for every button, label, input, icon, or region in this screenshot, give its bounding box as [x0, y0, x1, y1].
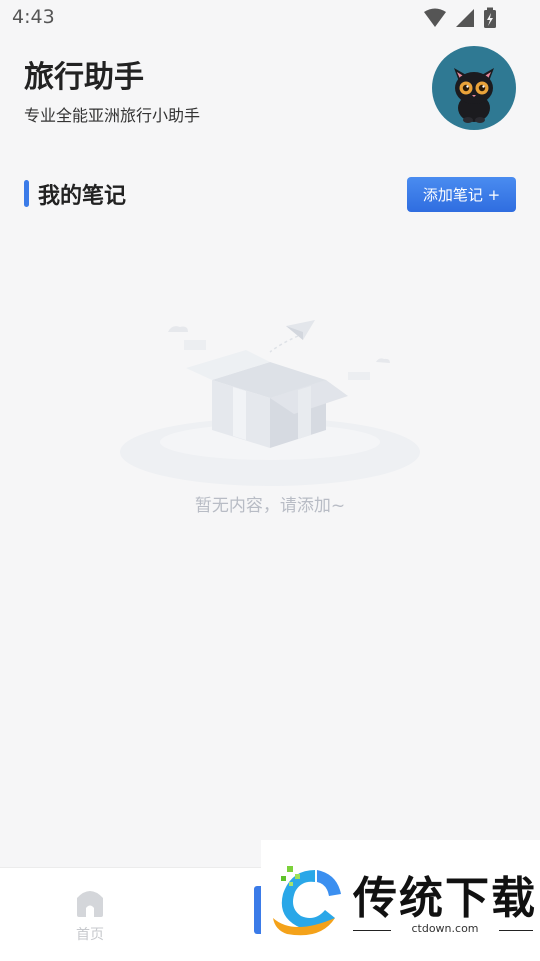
battery-icon: [484, 7, 496, 28]
watermark-line-right: [499, 930, 533, 931]
add-note-button[interactable]: 添加笔记 +: [407, 177, 516, 212]
status-icons: [424, 7, 496, 28]
signal-icon: [456, 9, 474, 27]
tab-home[interactable]: 首页: [50, 882, 130, 952]
watermark-title: 传统下载: [353, 873, 537, 924]
watermark: 传统下载 ctdown.com: [261, 840, 540, 960]
app-title: 旅行助手: [24, 60, 144, 95]
status-time: 4:43: [12, 6, 55, 28]
app-subtitle: 专业全能亚洲旅行小助手: [24, 106, 201, 125]
watermark-url: ctdown.com: [411, 922, 479, 935]
status-bar: 4:43: [0, 0, 540, 36]
empty-state-message: 暂无内容，请添加~: [194, 496, 346, 516]
empty-box-illustration: [120, 320, 420, 486]
watermark-line-left: [353, 930, 391, 931]
watermark-logo: [273, 866, 341, 936]
section-accent-bar: [24, 180, 29, 207]
tab-home-label: 首页: [76, 927, 104, 943]
notes-section-title: 我的笔记: [38, 184, 127, 209]
avatar[interactable]: [432, 46, 516, 130]
wifi-icon: [424, 8, 446, 27]
black-cat-icon: [454, 68, 494, 123]
home-icon: [77, 891, 103, 917]
